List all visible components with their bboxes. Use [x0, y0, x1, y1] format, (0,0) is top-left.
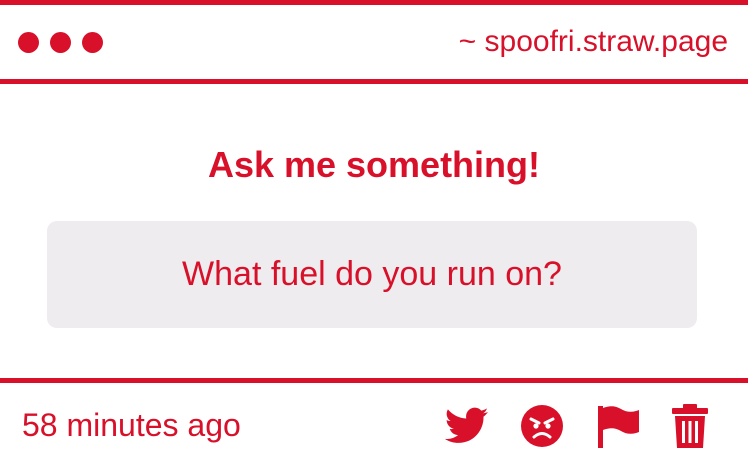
window-dots	[18, 32, 103, 53]
react-angry-button[interactable]	[518, 402, 566, 450]
page-url[interactable]: ~ spoofri.straw.page	[459, 22, 728, 62]
page-title: Ask me something!	[207, 144, 541, 185]
share-twitter-button[interactable]	[443, 402, 491, 450]
delete-trash-button[interactable]	[666, 402, 714, 450]
flag-icon	[598, 406, 639, 448]
report-flag-button[interactable]	[594, 402, 642, 450]
angry-face-icon	[521, 405, 563, 447]
action-bar	[0, 402, 748, 454]
question-text: What fuel do you run on?	[182, 255, 562, 293]
twitter-icon	[445, 407, 489, 443]
question-box: What fuel do you run on?	[47, 221, 697, 328]
window-dot	[50, 32, 71, 53]
window-dot	[18, 32, 39, 53]
question-card: ~ spoofri.straw.page Ask me something! W…	[0, 0, 748, 468]
trash-icon	[672, 404, 708, 448]
window-dot	[82, 32, 103, 53]
footer-divider	[0, 378, 748, 383]
header-divider	[0, 79, 748, 84]
top-border	[0, 0, 748, 5]
